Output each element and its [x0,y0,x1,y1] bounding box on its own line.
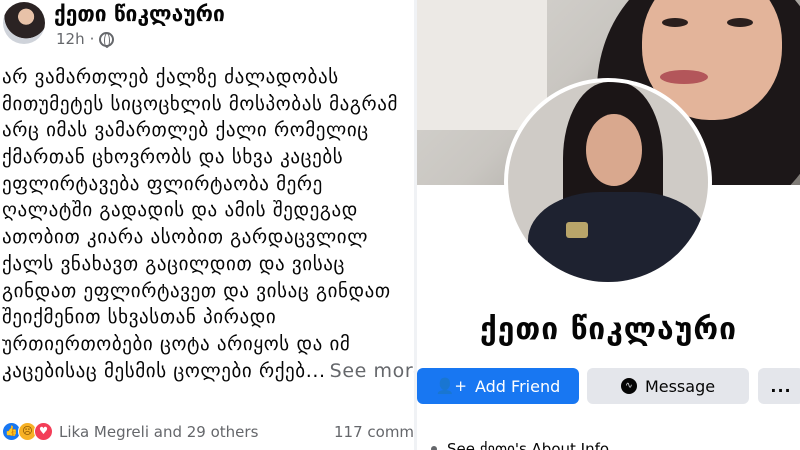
profile-name: ქეთი წიკლაური [480,312,737,347]
post-card: ქეთი წიკლაური 12h · არ ვამართლებ ქალზე ძ… [0,0,414,450]
post-text-line: გინდათ ეფლირტავეთ და ვისაც გინდათ [2,279,391,302]
profile-header: ქეთი წიკლაური 👤+ Add Friend ∿ Message ..… [417,0,800,450]
about-icon [431,446,437,450]
post-text-line: ქმართან ცხოვრობს და სხვა კაცებს [2,146,344,169]
reactors-text[interactable]: Lika Megreli and 29 others [59,423,258,441]
post-author-avatar[interactable] [3,2,45,44]
love-reaction-icon: ♥ [34,422,53,441]
post-text-line: ურთიერთობები ცოტა არიყოს და იმ [2,332,351,355]
add-friend-button[interactable]: 👤+ Add Friend [417,368,579,404]
cover-eye-shape [727,18,753,27]
post-text-line: არც იმას ვამართლებ ქალი რომელიც [2,119,369,142]
post-text: არ ვამართლებ ქალზე ძალადობას მითუმეტეს ს… [2,64,414,409]
add-friend-icon: 👤+ [435,377,467,395]
more-options-button[interactable]: ... [758,368,800,404]
post-timestamp[interactable]: 12h [56,30,85,48]
profile-picture-badge [566,222,588,238]
profile-picture-uniform [528,192,708,282]
about-info-link[interactable]: See ქეთი's About Info [447,440,609,450]
profile-picture[interactable] [504,78,712,286]
message-label: Message [644,376,716,396]
comments-count[interactable]: 117 comments [334,423,414,441]
post-meta: 12h · [56,30,115,48]
globe-icon[interactable] [99,31,115,48]
post-text-line: ათობით კიარა ასობით გარდაცვლილ [2,226,369,249]
post-text-line: არ ვამართლებ ქალზე ძალადობას [2,66,339,88]
more-options-label: ... [770,376,792,396]
message-button[interactable]: ∿ Message [587,368,749,404]
post-text-line: ღალატში გადადის და ამის შედეგად [2,199,358,222]
see-more-link[interactable]: See more [330,360,414,382]
post-text-line: ქალს ვნახავთ გაცილდით და ვისაც [2,252,345,275]
post-author-name[interactable]: ქეთი წიკლაური [54,2,225,26]
messenger-icon: ∿ [620,378,637,394]
meta-separator: · [89,30,95,48]
cover-eye-shape [662,18,688,27]
post-text-line: შეიქმენით სხვასთან პირადი [2,306,277,329]
profile-picture-face [586,114,642,186]
post-text-line: ეფლირტავება ფლირტაობა მერე [2,172,323,195]
post-text-line-last: კაცებისაც მესმის ცოლები რქებ...See more [2,358,414,385]
post-text-line: მითუმეტეს სიცოცხლის მოსპობას მაგრამ [2,92,399,115]
reaction-summary[interactable]: 👍 ☹ ♥ Lika Megreli and 29 others [2,422,258,441]
post-text-line: კაცებისაც მესმის ცოლები რქებ... [2,359,326,382]
add-friend-label: Add Friend [474,376,561,396]
